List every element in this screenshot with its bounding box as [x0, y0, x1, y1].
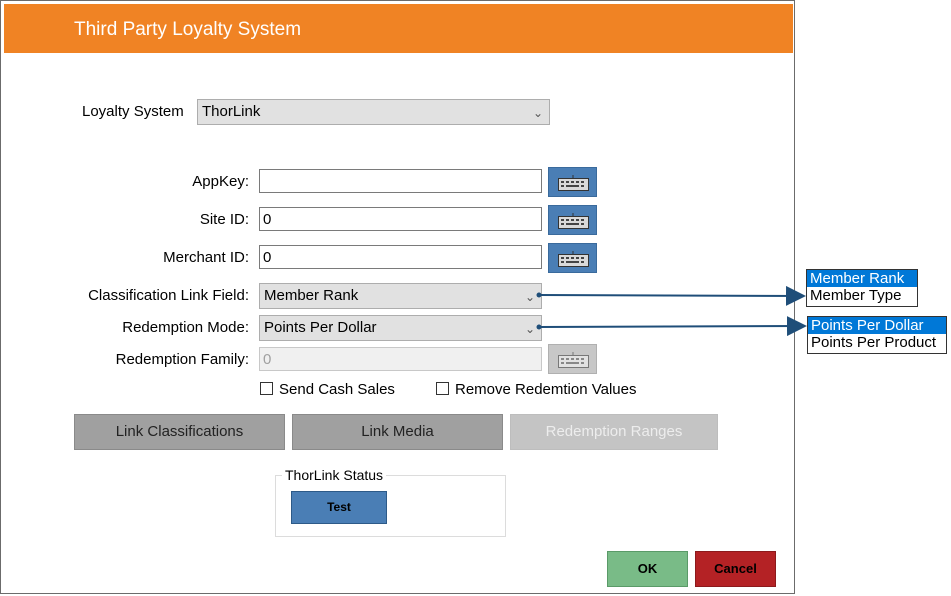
option-member-rank[interactable]: Member Rank [807, 270, 917, 287]
redemption-callout-connector [536, 316, 807, 337]
redemption-options-callout: Points Per Dollar Points Per Product [807, 316, 947, 354]
option-member-type[interactable]: Member Type [807, 287, 917, 304]
classification-callout-connector [536, 285, 806, 306]
option-points-per-product[interactable]: Points Per Product [808, 334, 946, 351]
option-points-per-dollar[interactable]: Points Per Dollar [808, 317, 946, 334]
classification-options-callout: Member Rank Member Type [806, 269, 918, 307]
